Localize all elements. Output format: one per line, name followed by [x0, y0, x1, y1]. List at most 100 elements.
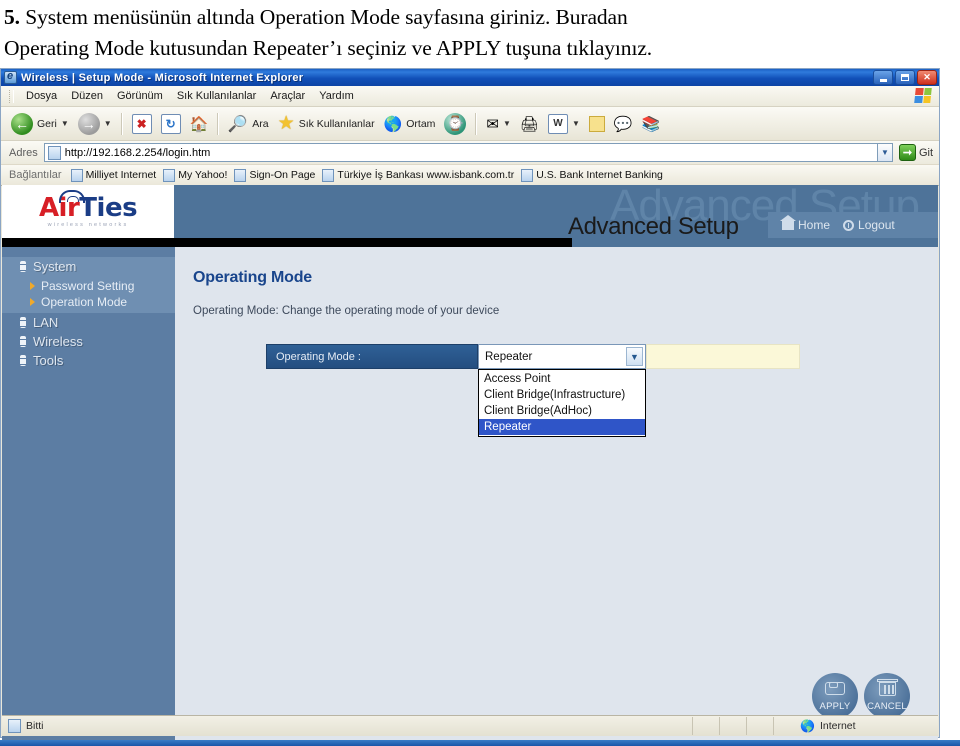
research-icon: 📚	[641, 115, 661, 133]
cancel-button[interactable]: CANCEL	[864, 673, 910, 719]
logout-link-label: Logout	[858, 218, 895, 232]
messenger-button[interactable]: 💬	[610, 113, 637, 135]
forward-dropdown-icon[interactable]: ▼	[104, 119, 112, 128]
internet-explorer-icon	[4, 70, 17, 84]
minimize-button[interactable]	[873, 70, 893, 85]
dropdown-option-access-point[interactable]: Access Point	[479, 371, 645, 387]
favorites-button[interactable]: ★ Sık Kullanılanlar	[274, 112, 379, 135]
link-label: Milliyet Internet	[85, 169, 157, 181]
caption-step-number: 5.	[4, 5, 20, 29]
address-input[interactable]: http://192.168.2.254/login.htm	[43, 143, 877, 162]
logout-power-icon	[843, 219, 855, 231]
menu-sik-kullanilanlar[interactable]: Sık Kullanılanlar	[170, 88, 264, 104]
zone-label: Internet	[819, 720, 856, 732]
restore-button[interactable]	[895, 70, 915, 85]
apply-label: APPLY	[819, 701, 851, 712]
wifi-arc-icon	[58, 190, 85, 203]
go-button[interactable]: ➞ Git	[893, 144, 939, 161]
mail-dropdown-icon[interactable]: ▼	[503, 119, 511, 128]
back-arrow-icon: ←	[11, 112, 33, 135]
forward-button[interactable]: → ▼	[74, 111, 116, 137]
sidebar-item-system[interactable]: System	[2, 257, 175, 276]
window-title: Wireless | Setup Mode - Microsoft Intern…	[21, 71, 304, 84]
edit-button[interactable]: W ▼	[544, 112, 584, 136]
refresh-button[interactable]: ↻	[157, 112, 185, 136]
trash-icon	[877, 679, 898, 696]
menu-araclar[interactable]: Araçlar	[263, 88, 312, 104]
notes-icon	[588, 115, 605, 132]
wireless-icon	[20, 336, 26, 347]
refresh-icon: ↻	[160, 113, 181, 134]
sidebar-item-password-setting[interactable]: Password Setting	[2, 278, 175, 294]
link-item[interactable]: My Yahoo!	[163, 168, 227, 182]
dropdown-option-client-bridge-adhoc[interactable]: Client Bridge(AdHoc)	[479, 403, 645, 419]
media-globe-icon: 🌎	[383, 115, 403, 133]
link-page-icon	[70, 168, 83, 182]
screenshot-root: 5. System menüsünün altında Operation Mo…	[0, 0, 960, 746]
operating-mode-selected-value: Repeater	[485, 350, 533, 363]
security-zone[interactable]: 🌎 Internet	[773, 717, 938, 735]
address-dropdown-button[interactable]: ▼	[876, 143, 893, 162]
print-button[interactable]: 🖨	[516, 113, 543, 135]
toolbar-separator-2	[217, 112, 220, 135]
back-button[interactable]: ← Geri ▼	[7, 111, 73, 137]
status-text: Bitti	[26, 720, 44, 732]
link-item[interactable]: Sign-On Page	[234, 168, 316, 182]
page-icon	[47, 145, 61, 160]
browser-menubar: Dosya Düzen Görünüm Sık Kullanılanlar Ar…	[1, 86, 939, 107]
dropdown-option-client-bridge-infrastructure[interactable]: Client Bridge(Infrastructure)	[479, 387, 645, 403]
status-cell	[692, 717, 719, 735]
chevron-down-icon[interactable]: ▼	[626, 347, 643, 366]
go-label: Git	[918, 146, 933, 159]
stop-button[interactable]: ✖	[128, 112, 156, 136]
logout-link[interactable]: Logout	[843, 218, 895, 232]
operating-mode-select[interactable]: Repeater ▼	[478, 344, 646, 369]
sidebar-item-operation-mode[interactable]: Operation Mode	[2, 294, 175, 310]
link-item[interactable]: Milliyet Internet	[70, 168, 157, 182]
menu-dosya[interactable]: Dosya	[19, 88, 64, 104]
media-button[interactable]: 🌎 Ortam	[380, 113, 440, 135]
search-button[interactable]: 🔍 Ara	[224, 112, 272, 136]
operating-mode-row: Operating Mode : Repeater ▼ Access Point…	[266, 344, 812, 437]
router-page: AirTies wireless networks Advanced Setup…	[2, 185, 938, 746]
menu-yardim[interactable]: Yardım	[312, 88, 361, 104]
links-label: Bağlantılar	[9, 169, 62, 181]
menu-duzen[interactable]: Düzen	[64, 88, 110, 104]
instruction-caption: 5. System menüsünün altında Operation Mo…	[0, 0, 960, 68]
dropdown-option-repeater[interactable]: Repeater	[479, 419, 645, 435]
link-item[interactable]: U.S. Bank Internet Banking	[521, 168, 663, 182]
notes-button[interactable]	[585, 114, 609, 134]
menu-gorunum[interactable]: Görünüm	[110, 88, 170, 104]
tools-icon	[20, 355, 26, 366]
mail-button[interactable]: ✉ ▼	[482, 113, 515, 135]
cancel-label: CANCEL	[867, 701, 907, 712]
browser-toolbar: ← Geri ▼ → ▼ ✖ ↻ 🏠 🔍 Ara ★ Sık Kullanıla…	[1, 107, 939, 141]
link-item[interactable]: Türkiye İş Bankası www.isbank.com.tr	[322, 168, 514, 182]
browser-addressbar: Adres http://192.168.2.254/login.htm ▼ ➞…	[1, 141, 939, 165]
home-link[interactable]: Home	[780, 215, 830, 232]
browser-window: Wireless | Setup Mode - Microsoft Intern…	[0, 68, 940, 746]
sidebar-label: Wireless	[33, 334, 83, 349]
address-label: Adres	[9, 146, 38, 159]
sidebar-item-lan[interactable]: LAN	[2, 313, 175, 332]
close-icon: ✕	[923, 72, 931, 82]
link-label: Sign-On Page	[249, 169, 316, 181]
minimize-icon	[879, 78, 887, 82]
save-disk-icon	[825, 682, 845, 695]
history-button[interactable]: ⌚	[440, 111, 470, 137]
research-button[interactable]: 📚	[638, 113, 665, 135]
search-label: Ara	[252, 117, 269, 130]
page-right-margin	[940, 68, 960, 740]
close-button[interactable]: ✕	[917, 70, 937, 85]
apply-button[interactable]: APPLY	[812, 673, 858, 719]
sidebar-item-tools[interactable]: Tools	[2, 351, 175, 370]
home-button[interactable]: 🏠	[186, 113, 213, 135]
sidebar-item-wireless[interactable]: Wireless	[2, 332, 175, 351]
back-dropdown-icon[interactable]: ▼	[61, 119, 69, 128]
menubar-grip[interactable]	[9, 89, 14, 103]
edit-dropdown-icon[interactable]: ▼	[572, 119, 580, 128]
link-label: U.S. Bank Internet Banking	[536, 169, 663, 181]
messenger-icon: 💬	[613, 115, 633, 133]
toolbar-separator-1	[120, 112, 123, 135]
router-content: Operating Mode Operating Mode: Change th…	[175, 247, 938, 746]
